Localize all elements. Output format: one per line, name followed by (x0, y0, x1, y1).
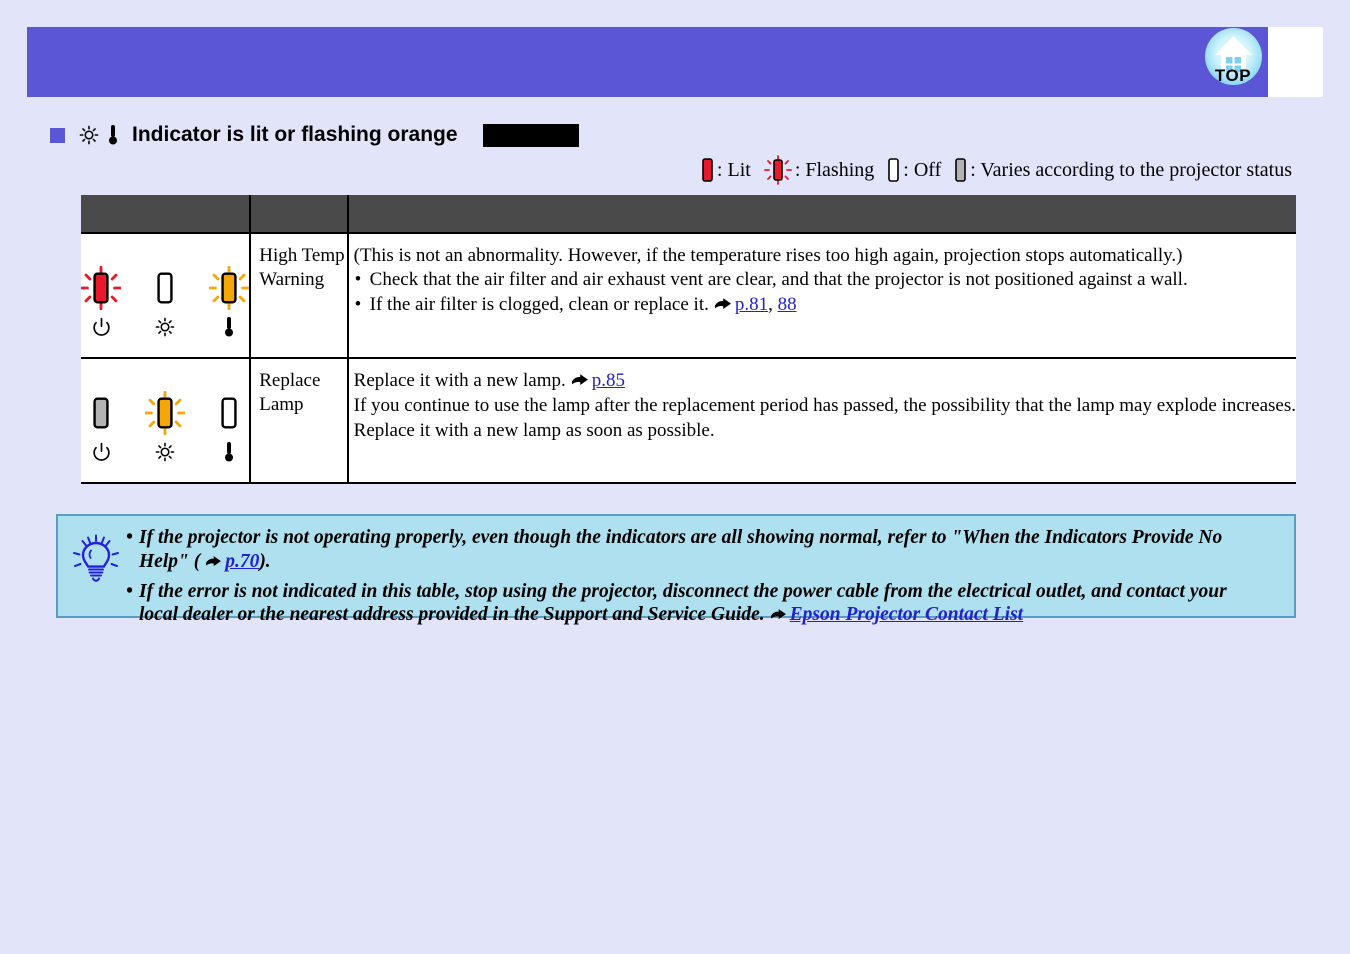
indicator-power (81, 389, 121, 464)
indicator-temperature (209, 264, 250, 339)
power-symbol-icon (92, 317, 110, 336)
indicator-status-table: High Temp Warning (This is not an abnorm… (81, 195, 1296, 484)
pointing-hand-icon (714, 294, 732, 318)
purple-square-marker-icon (50, 127, 65, 143)
row-remedy-cell: (This is not an abnormality. However, if… (346, 232, 1296, 358)
legend-varies-label: : Varies according to the projector stat… (970, 158, 1292, 181)
page-link-p88[interactable]: 88 (778, 294, 797, 315)
top-button-label: TOP (1214, 66, 1252, 85)
row-remedy-cell: Replace it with a new lamp. p.85 If you … (346, 357, 1296, 484)
remedy-line-1: Replace it with a new lamp. p.85 (354, 369, 1296, 394)
column-header-indicators (81, 195, 252, 233)
legend-flashing-label: : Flashing (794, 158, 875, 181)
off-indicator-icon (888, 158, 900, 182)
tip-line: Help" ( p.70). (139, 550, 1288, 575)
tip-line: If the projector is not operating proper… (139, 527, 1223, 548)
remedy-bullet-text: Check that the air filter and air exhaus… (369, 269, 1188, 291)
power-symbol-icon (92, 442, 110, 461)
row-status-cell: Replace Lamp (249, 357, 349, 484)
lamp-indicator-icon (78, 124, 100, 146)
indicator-lamp (145, 389, 186, 464)
lamp-symbol-icon (155, 317, 175, 337)
pointing-hand-icon (770, 604, 787, 628)
table-row: Replace Lamp Replace it with a new lamp.… (81, 357, 1296, 484)
tip-line: If the error is not indicated in this ta… (139, 580, 1227, 602)
bullet-glyph: • (354, 269, 362, 291)
legend-lit-label: : Lit (716, 158, 751, 181)
power-lamp-flashing-red-icon (81, 266, 122, 310)
tip-line: local dealer or the nearest address prov… (139, 603, 1288, 628)
lamp-indicator-flashing-orange-icon (145, 391, 186, 435)
bullet-glyph: • (126, 580, 133, 602)
tip-item: • If the projector is not operating prop… (126, 526, 1288, 575)
indicator-temperature (209, 389, 249, 464)
contact-list-link[interactable]: Epson Projector Contact List (790, 604, 1023, 625)
remedy-bullet: • Check that the air filter and air exhau… (354, 268, 1296, 292)
top-button[interactable]: TOP (1202, 27, 1264, 97)
page-root: TOP Indicator is lit or flashing orange … (0, 0, 1350, 954)
column-header-remedy (346, 195, 1296, 233)
table-row: High Temp Warning (This is not an abnorm… (81, 232, 1296, 358)
remedy-intro: (This is not an abnormality. However, if… (353, 245, 1183, 266)
legend-flashing: : Flashing (763, 155, 875, 185)
legend: : Lit : Flashing: Off: Varies accordin… (701, 155, 1292, 185)
lamp-indicator-off-icon (157, 272, 173, 304)
row-status-cell: High Temp Warning (249, 232, 349, 358)
table-header (81, 195, 1296, 233)
pointing-hand-icon (571, 370, 589, 394)
power-lamp-varies-gray-icon (93, 397, 109, 429)
legend-lit: : Lit (701, 157, 751, 183)
status-label: Replace Lamp (259, 370, 321, 415)
bullet-glyph: • (354, 293, 362, 315)
page-link-p85[interactable]: p.85 (592, 370, 625, 391)
tip-box: • If the projector is not operating prop… (56, 514, 1296, 625)
legend-varies: : Varies according to the projector stat… (954, 157, 1292, 183)
remedy-line-1-text: Replace it with a new lamp. (353, 370, 566, 391)
indicator-lamp (145, 264, 185, 339)
temperature-symbol-icon (225, 317, 234, 337)
varies-indicator-icon (955, 158, 967, 182)
tip-item: • If the error is not indicated in this … (126, 580, 1288, 629)
temperature-lamp-flashing-orange-icon (209, 266, 250, 310)
tip-line-pre: local dealer or the nearest address prov… (139, 604, 765, 626)
table-header-row (81, 195, 1296, 233)
page-link-p81[interactable]: p.81 (735, 294, 768, 315)
remedy-bullet-text: If the air filter is clogged, clean or r… (369, 293, 709, 315)
row-indicators-cell (81, 357, 252, 484)
link-separator: , (768, 293, 778, 315)
page-link-p70[interactable]: p.70 (225, 551, 259, 572)
remedy-bullet: • If the air filter is clogged, clean or … (354, 293, 1296, 318)
remedy-line-2: If you continue to use the lamp after th… (353, 395, 1296, 417)
tip-line-post: ). (259, 550, 271, 572)
redaction-block (482, 123, 579, 147)
header-band (27, 27, 1323, 97)
temperature-symbol-icon (225, 442, 234, 462)
column-header-status (249, 195, 349, 233)
status-label: High Temp Warning (259, 245, 345, 290)
lightbulb-icon (73, 534, 119, 582)
row-indicators-cell (81, 232, 252, 358)
lit-indicator-icon (702, 158, 713, 182)
flashing-indicator-icon (763, 155, 792, 185)
page-title: Indicator is lit or flashing orange (132, 123, 458, 146)
section-heading: Indicator is lit or flashing orange (50, 120, 579, 150)
remedy-line-3: Replace it with a new lamp as soon as po… (353, 419, 715, 441)
top-logo-white-block (1268, 27, 1323, 97)
tip-list: • If the projector is not operating prop… (126, 526, 1288, 633)
lamp-symbol-icon (155, 442, 175, 462)
bullet-glyph: • (126, 527, 133, 548)
temperature-indicator-off-icon (221, 397, 237, 429)
indicator-power (81, 264, 122, 339)
legend-off-label: : Off (903, 158, 942, 181)
legend-off: : Off (887, 157, 941, 183)
tip-line-pre: Help" ( (139, 550, 201, 572)
thermometer-indicator-icon (106, 123, 120, 147)
pointing-hand-icon (205, 551, 222, 575)
